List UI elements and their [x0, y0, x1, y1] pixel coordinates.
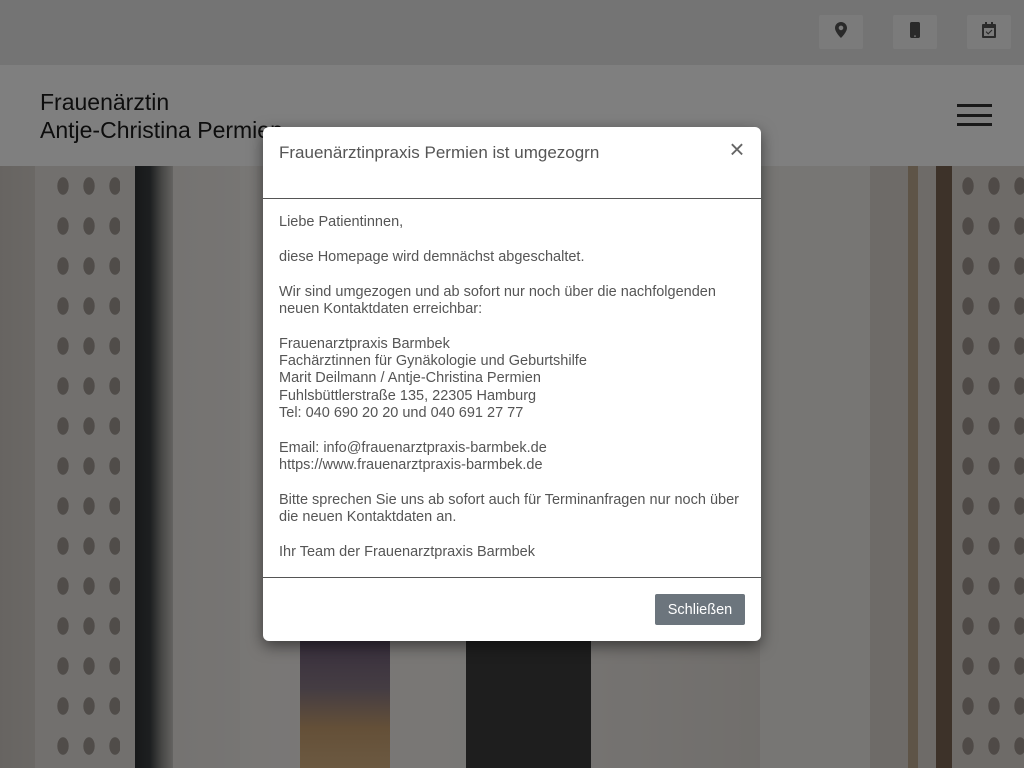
close-icon[interactable]: × — [725, 136, 749, 162]
shutdown-notice-text: diese Homepage wird demnächst abgeschalt… — [279, 248, 585, 265]
modal-footer: Schließen — [263, 577, 761, 642]
phone-numbers: Tel: 040 690 20 20 und 040 691 27 77 — [279, 404, 524, 421]
contact-block: Email: info@frauenarztpraxis-barmbek.de … — [279, 440, 745, 475]
new-address-block: Frauenarztpraxis Barmbek Fachärztinnen f… — [279, 336, 745, 422]
close-button[interactable]: Schließen — [655, 594, 745, 625]
practice-name: Frauenarztpraxis Barmbek — [279, 335, 450, 352]
doctor-names: Marit Deilmann / Antje-Christina Permien — [279, 370, 541, 387]
relocation-text: Wir sind umgezogen und ab sofort nur noc… — [279, 283, 716, 317]
email-text: Email: info@frauenarztpraxis-barmbek.de — [279, 439, 547, 456]
website-text: https://www.frauenarztpraxis-barmbek.de — [279, 456, 543, 473]
appointment-notice-text: Bitte sprechen Sie uns ab sofort auch fü… — [279, 491, 739, 526]
specialty-text: Fachärztinnen für Gynäkologie und Geburt… — [279, 352, 587, 369]
modal-title: Frauenärztinpraxis Permien ist umgezogrn — [279, 143, 600, 162]
modal-header: Frauenärztinpraxis Permien ist umgezogrn… — [263, 127, 761, 199]
greeting-text: Liebe Patientinnen, — [279, 214, 404, 230]
relocation-notice-modal: Frauenärztinpraxis Permien ist umgezogrn… — [263, 127, 761, 641]
signoff-text: Ihr Team der Frauenarztpraxis Barmbek — [279, 543, 536, 560]
modal-body: Liebe Patientinnen, diese Homepage wird … — [279, 214, 745, 561]
street-address: Fuhlsbüttlerstraße 135, 22305 Hamburg — [279, 387, 537, 404]
